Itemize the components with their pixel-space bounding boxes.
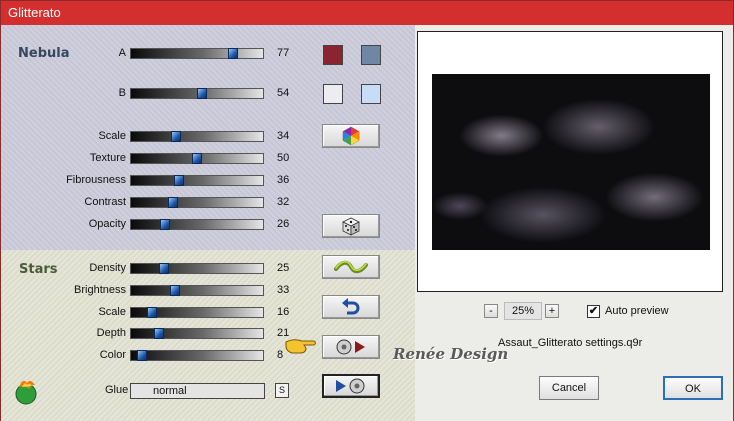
- glue-mode-select[interactable]: normal: [130, 383, 265, 399]
- param-brightness-value[interactable]: 33: [277, 284, 299, 297]
- param-color-label: Color: [99, 349, 126, 361]
- randomize-button[interactable]: [322, 214, 380, 238]
- param-density-slider[interactable]: [130, 263, 264, 274]
- load-preset-icon: [336, 339, 365, 355]
- slider-thumb[interactable]: [192, 153, 202, 164]
- pointing-hand-icon: [285, 339, 316, 354]
- zoom-level: 25%: [504, 302, 542, 320]
- dice-icon: [342, 217, 360, 236]
- auto-preview-label: Auto preview: [605, 305, 669, 317]
- slider-thumb[interactable]: [170, 131, 181, 142]
- param-opacity-value[interactable]: 26: [277, 218, 299, 231]
- zoom-out-button[interactable]: -: [484, 304, 498, 318]
- param-contrast-label: Contrast: [84, 196, 126, 208]
- slider-thumb[interactable]: [197, 88, 208, 99]
- param-b-value[interactable]: 54: [277, 87, 299, 100]
- param-contrast-value[interactable]: 32: [277, 196, 299, 209]
- title-bar: Glitterato: [1, 1, 733, 25]
- wave-icon: [334, 260, 368, 274]
- param-fibrousness-slider[interactable]: [130, 175, 264, 186]
- slider-thumb[interactable]: [147, 307, 158, 318]
- param-texture-slider[interactable]: [130, 153, 264, 164]
- cancel-button[interactable]: Cancel: [539, 376, 599, 400]
- settings-filename: Assaut_Glitterato settings.q9r: [498, 337, 643, 349]
- param-a-value[interactable]: 77: [277, 47, 299, 60]
- slider-thumb[interactable]: [153, 328, 164, 339]
- wave-button[interactable]: [322, 255, 380, 279]
- param-a-slider[interactable]: [130, 48, 264, 59]
- nebula-color-d-swatch[interactable]: [361, 84, 381, 104]
- param-depth-slider[interactable]: [130, 328, 264, 339]
- glitterato-dialog: Glitterato Nebula Stars A 77 B 54 Scale …: [0, 0, 734, 421]
- nebula-color-c-swatch[interactable]: [323, 84, 343, 104]
- slider-thumb[interactable]: [168, 197, 179, 208]
- param-opacity-label: Opacity: [88, 218, 126, 230]
- save-preset-button[interactable]: [322, 374, 380, 398]
- zoom-in-button[interactable]: +: [545, 304, 559, 318]
- param-star-scale-value[interactable]: 16: [277, 306, 299, 319]
- preview-image: [432, 74, 710, 250]
- flame-logo-icon: [15, 380, 37, 405]
- ok-button[interactable]: OK: [663, 376, 723, 400]
- param-depth-label: Depth: [96, 327, 126, 339]
- slider-thumb[interactable]: [160, 219, 171, 230]
- param-star-scale-label: Scale: [98, 306, 126, 318]
- param-density-label: Density: [89, 262, 126, 274]
- param-brightness-label: Brightness: [74, 284, 126, 296]
- color-wheel-icon: [342, 126, 360, 146]
- param-density-value[interactable]: 25: [277, 262, 299, 275]
- load-preset-button[interactable]: [322, 335, 380, 359]
- param-scale-slider[interactable]: [130, 131, 264, 142]
- slider-thumb[interactable]: [227, 48, 238, 59]
- undo-button[interactable]: [322, 295, 380, 319]
- preview-window[interactable]: [417, 31, 723, 292]
- glue-label: Glue: [105, 384, 129, 396]
- slider-thumb[interactable]: [173, 175, 184, 186]
- param-scale-label: Scale: [98, 130, 126, 142]
- slider-thumb[interactable]: [159, 263, 169, 274]
- param-b-slider[interactable]: [130, 88, 264, 99]
- slider-thumb[interactable]: [136, 350, 147, 361]
- param-brightness-slider[interactable]: [130, 285, 264, 296]
- undo-icon: [342, 298, 360, 315]
- param-opacity-slider[interactable]: [130, 219, 264, 230]
- auto-preview-checkbox[interactable]: ✔: [587, 305, 600, 318]
- param-contrast-slider[interactable]: [130, 197, 264, 208]
- param-texture-value[interactable]: 50: [277, 152, 299, 165]
- nebula-color-b-swatch[interactable]: [361, 45, 381, 65]
- nebula-color-a-swatch[interactable]: [323, 45, 343, 65]
- glue-s-button[interactable]: S: [275, 383, 289, 398]
- param-star-scale-slider[interactable]: [130, 307, 264, 318]
- param-scale-value[interactable]: 34: [277, 130, 299, 143]
- watermark-text: Renée Design: [393, 345, 509, 363]
- param-b-label: B: [118, 87, 126, 99]
- param-fibrousness-label: Fibrousness: [66, 174, 126, 186]
- random-colors-button[interactable]: [322, 124, 380, 148]
- slider-thumb[interactable]: [169, 285, 180, 296]
- param-a-label: A: [118, 47, 126, 59]
- save-preset-icon: [336, 378, 365, 394]
- param-fibrousness-value[interactable]: 36: [277, 174, 299, 187]
- param-color-slider[interactable]: [130, 350, 264, 361]
- param-texture-label: Texture: [89, 152, 126, 164]
